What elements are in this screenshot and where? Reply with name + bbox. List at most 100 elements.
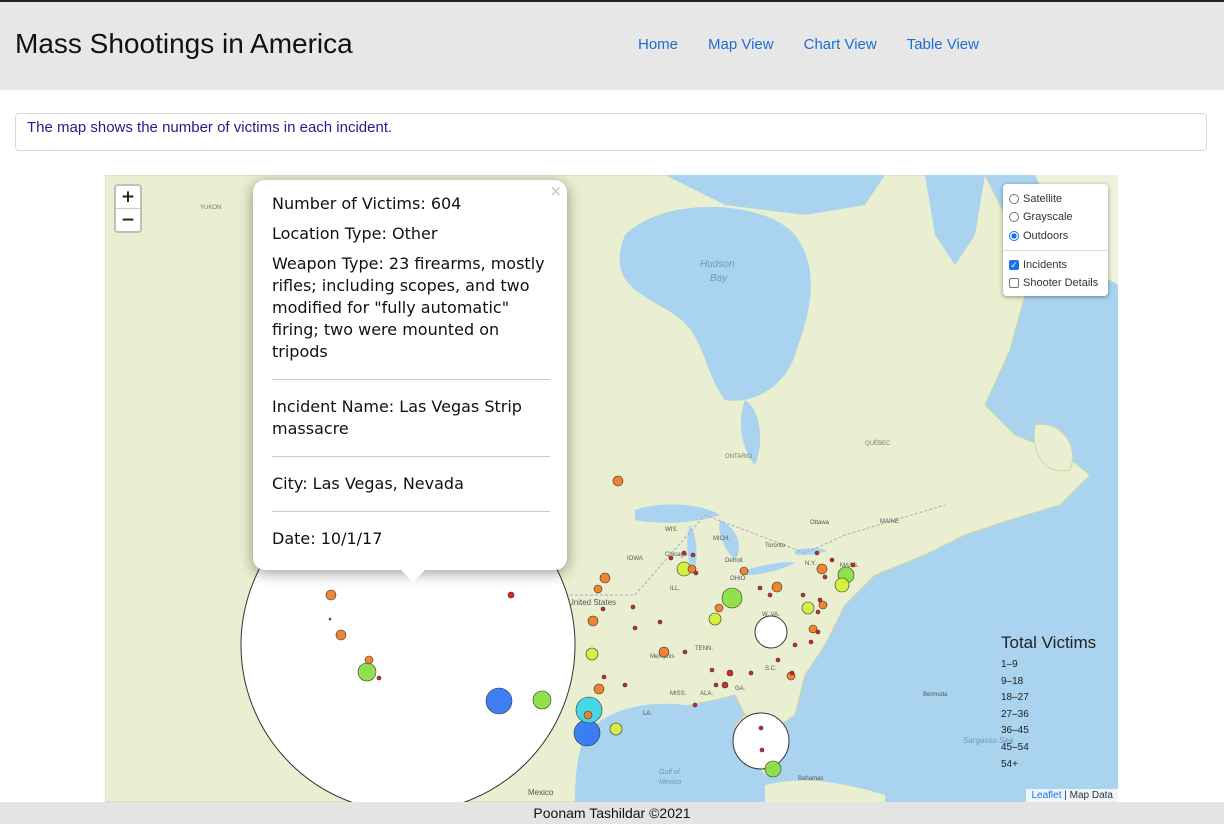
incident-marker[interactable] xyxy=(585,647,599,661)
nav-table-view[interactable]: Table View xyxy=(907,36,979,53)
incident-marker[interactable] xyxy=(713,682,719,688)
incident-marker[interactable] xyxy=(808,639,814,645)
incident-marker[interactable] xyxy=(622,682,628,688)
incident-marker[interactable] xyxy=(485,687,513,715)
incident-marker[interactable] xyxy=(850,562,856,568)
site-title[interactable]: Mass Shootings in America xyxy=(15,28,353,60)
incident-marker[interactable] xyxy=(801,601,815,615)
outdoors-radio[interactable] xyxy=(1009,231,1019,241)
label-gulf-1: Gulf of xyxy=(659,769,681,776)
incident-marker[interactable] xyxy=(759,747,765,753)
map-container[interactable]: Hudson Bay YUKON QUÉBEC ONTARIO United S… xyxy=(105,175,1118,802)
label-toronto: Toronto xyxy=(765,543,786,549)
incident-marker-large[interactable] xyxy=(732,712,790,770)
incident-marker[interactable] xyxy=(816,563,828,575)
incident-marker[interactable] xyxy=(714,603,724,613)
navbar: Mass Shootings in America Home Map View … xyxy=(0,2,1224,90)
incident-marker[interactable] xyxy=(658,646,670,658)
map-data-link[interactable]: Map Data xyxy=(1070,790,1113,801)
incident-marker[interactable] xyxy=(599,572,611,584)
nav-home[interactable]: Home xyxy=(638,36,678,53)
incident-marker[interactable] xyxy=(630,604,636,610)
nav-map-view[interactable]: Map View xyxy=(708,36,774,53)
incident-marker[interactable] xyxy=(829,557,835,563)
incident-marker[interactable] xyxy=(668,555,674,561)
incident-marker[interactable] xyxy=(764,760,782,778)
incident-marker[interactable] xyxy=(682,649,688,655)
layer-satellite[interactable]: Satellite xyxy=(1009,193,1062,205)
incident-marker[interactable] xyxy=(632,625,638,631)
layer-grayscale[interactable]: Grayscale xyxy=(1009,211,1073,223)
incident-marker[interactable] xyxy=(748,670,754,676)
label-la: LA. xyxy=(643,711,652,717)
incident-marker[interactable] xyxy=(507,591,515,599)
shooter-details-checkbox[interactable] xyxy=(1009,278,1019,288)
info-box: The map shows the number of victims in e… xyxy=(15,113,1207,151)
incident-marker[interactable] xyxy=(583,710,593,720)
incidents-checkbox[interactable]: ✓ xyxy=(1009,260,1019,270)
incident-marker[interactable] xyxy=(328,617,332,621)
zoom-out-button[interactable]: − xyxy=(116,209,140,231)
incident-marker[interactable] xyxy=(822,574,828,580)
incident-marker[interactable] xyxy=(792,642,798,648)
incident-marker[interactable] xyxy=(726,669,734,677)
legend-item: 45–54 xyxy=(1001,741,1029,753)
incident-marker[interactable] xyxy=(775,657,781,663)
incident-marker[interactable] xyxy=(357,662,377,682)
leaflet-link[interactable]: Leaflet xyxy=(1031,790,1061,801)
incident-marker[interactable] xyxy=(757,585,763,591)
incident-marker[interactable] xyxy=(758,725,764,731)
incident-marker[interactable] xyxy=(609,722,623,736)
legend-item: 1–9 xyxy=(1001,659,1018,670)
incident-marker[interactable] xyxy=(690,552,696,558)
incident-marker[interactable] xyxy=(692,702,698,708)
incident-marker[interactable] xyxy=(573,719,601,747)
label-sc: S.C. xyxy=(765,666,777,672)
nav-chart-view[interactable]: Chart View xyxy=(804,36,877,53)
incident-marker[interactable] xyxy=(817,597,823,603)
incident-marker[interactable] xyxy=(376,675,382,681)
incident-marker[interactable] xyxy=(721,681,729,689)
incident-marker-large[interactable] xyxy=(754,615,788,649)
incident-marker[interactable] xyxy=(657,619,663,625)
satellite-radio[interactable] xyxy=(1009,194,1019,204)
incident-marker[interactable] xyxy=(364,655,374,665)
incident-marker[interactable] xyxy=(593,584,603,594)
layer-outdoors[interactable]: Outdoors xyxy=(1009,230,1068,242)
incident-marker[interactable] xyxy=(815,629,821,635)
incident-marker[interactable] xyxy=(834,577,850,593)
popup-divider-2 xyxy=(272,456,550,457)
incident-marker[interactable] xyxy=(587,615,599,627)
overlay-incidents[interactable]: ✓ Incidents xyxy=(1009,259,1067,271)
incident-marker[interactable] xyxy=(601,674,607,680)
incident-marker[interactable] xyxy=(789,670,795,676)
incidents-label: Incidents xyxy=(1023,259,1068,271)
incident-marker[interactable] xyxy=(815,609,821,615)
popup-close-button[interactable]: × xyxy=(549,182,562,200)
grayscale-label: Grayscale xyxy=(1023,211,1073,223)
incident-marker[interactable] xyxy=(721,587,743,609)
incident-marker[interactable] xyxy=(681,550,687,556)
zoom-in-button[interactable]: + xyxy=(116,186,140,209)
label-bahamas: Bahamas xyxy=(798,776,823,782)
incident-marker[interactable] xyxy=(335,629,347,641)
incident-marker[interactable] xyxy=(593,683,605,695)
incident-marker[interactable] xyxy=(325,589,337,601)
incident-marker[interactable] xyxy=(709,667,715,673)
incident-marker[interactable] xyxy=(600,606,606,612)
popup-weapon-type: Weapon Type: 23 firearms, mostly rifles;… xyxy=(272,254,545,361)
incident-marker[interactable] xyxy=(814,550,820,556)
incident-marker[interactable] xyxy=(612,475,624,487)
incident-marker[interactable] xyxy=(708,612,722,626)
incident-marker[interactable] xyxy=(739,566,749,576)
incident-marker[interactable] xyxy=(771,581,783,593)
label-ga: GA. xyxy=(735,686,746,692)
incident-marker[interactable] xyxy=(532,690,552,710)
grayscale-radio[interactable] xyxy=(1009,212,1019,222)
incident-marker[interactable] xyxy=(767,592,773,598)
popup-tip xyxy=(401,570,425,582)
incident-marker[interactable] xyxy=(693,570,699,576)
label-quebec: QUÉBEC xyxy=(865,440,891,447)
overlay-shooter-details[interactable]: Shooter Details xyxy=(1009,277,1098,289)
incident-marker[interactable] xyxy=(800,592,806,598)
